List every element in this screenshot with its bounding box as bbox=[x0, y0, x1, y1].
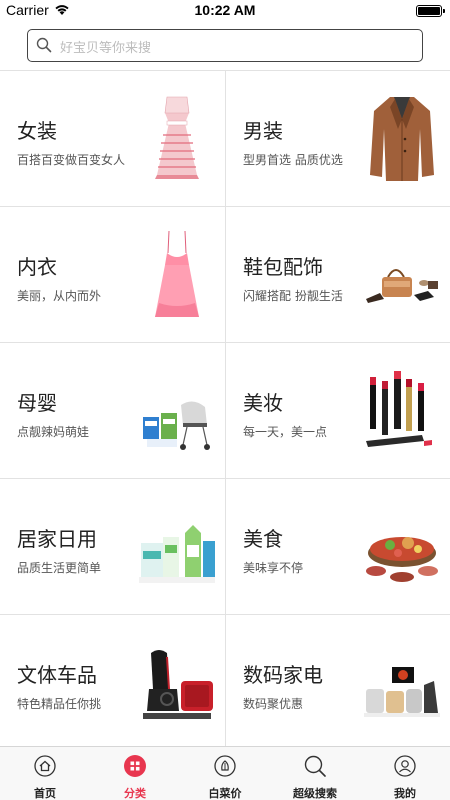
category-digital-appliances[interactable]: 数码家电 数码聚优惠 bbox=[226, 615, 450, 751]
category-womens-clothing[interactable]: 女装 百搭百变做百变女人 bbox=[0, 71, 225, 207]
category-household[interactable]: 居家日用 品质生活更简单 bbox=[0, 479, 225, 615]
category-mother-baby[interactable]: 母婴 点靓辣妈萌娃 bbox=[0, 343, 225, 479]
category-grid: 女装 百搭百变做百变女人 男装 型男首选 品质优选 内衣 美丽，从内而外 鞋包配… bbox=[0, 70, 450, 751]
tab-label: 分类 bbox=[124, 787, 146, 800]
nightdress-image bbox=[155, 230, 199, 317]
search-input[interactable]: 好宝贝等你来搜 bbox=[27, 29, 423, 62]
category-title: 女装 bbox=[17, 119, 57, 143]
category-subtitle: 美味享不停 bbox=[243, 561, 304, 575]
cabbage-icon bbox=[214, 755, 236, 777]
category-subtitle: 特色精品任你挑 bbox=[17, 697, 102, 711]
category-title: 美食 bbox=[243, 527, 283, 551]
tab-home[interactable]: 首页 bbox=[0, 747, 90, 800]
search-icon bbox=[36, 37, 52, 53]
category-shoes-bags[interactable]: 鞋包配饰 闪耀搭配 扮靓生活 bbox=[226, 207, 450, 343]
tab-super-search[interactable]: 超级搜索 bbox=[270, 747, 360, 800]
appliance-image bbox=[364, 667, 440, 717]
tab-mine[interactable]: 我的 bbox=[360, 747, 450, 800]
tab-bargain[interactable]: 白菜价 bbox=[180, 747, 270, 800]
status-time: 10:22 AM bbox=[194, 2, 256, 18]
category-title: 男装 bbox=[243, 119, 283, 143]
search-bar: 好宝贝等你来搜 bbox=[0, 22, 450, 70]
tab-label: 首页 bbox=[34, 787, 56, 800]
category-subtitle: 型男首选 品质优选 bbox=[243, 153, 343, 167]
category-mens-clothing[interactable]: 男装 型男首选 品质优选 bbox=[226, 71, 450, 207]
tab-label: 我的 bbox=[394, 787, 416, 800]
category-title: 内衣 bbox=[17, 255, 57, 279]
category-sports-auto[interactable]: 文体车品 特色精品任你挑 bbox=[0, 615, 225, 751]
shoes-bags-image bbox=[366, 269, 438, 303]
category-title: 数码家电 bbox=[243, 663, 323, 687]
category-cosmetics[interactable]: 美妆 每一天，美一点 bbox=[226, 343, 450, 479]
status-bar: Carrier 10:22 AM bbox=[0, 0, 450, 22]
category-title: 居家日用 bbox=[17, 527, 97, 551]
category-subtitle: 数码聚优惠 bbox=[243, 697, 304, 711]
tab-label: 超级搜索 bbox=[293, 787, 337, 800]
coat-image bbox=[370, 97, 434, 181]
category-subtitle: 点靓辣妈萌娃 bbox=[17, 425, 90, 439]
baby-products-image bbox=[143, 401, 210, 450]
category-subtitle: 品质生活更简单 bbox=[17, 561, 102, 575]
search-placeholder: 好宝贝等你来搜 bbox=[60, 41, 152, 56]
category-title: 美妆 bbox=[243, 391, 283, 415]
household-image bbox=[139, 525, 215, 583]
category-title: 文体车品 bbox=[17, 663, 97, 687]
category-underwear[interactable]: 内衣 美丽，从内而外 bbox=[0, 207, 225, 343]
search-icon bbox=[304, 755, 326, 777]
category-title: 鞋包配饰 bbox=[243, 255, 323, 279]
category-subtitle: 美丽，从内而外 bbox=[17, 289, 102, 303]
dress-image bbox=[155, 96, 199, 179]
category-subtitle: 闪耀搭配 扮靓生活 bbox=[243, 289, 343, 303]
tab-label: 白菜价 bbox=[208, 787, 242, 800]
home-icon bbox=[34, 755, 56, 777]
food-image bbox=[366, 537, 438, 582]
category-food[interactable]: 美食 美味享不停 bbox=[226, 479, 450, 615]
car-seat-image bbox=[143, 650, 213, 719]
category-icon bbox=[124, 755, 146, 777]
category-subtitle: 每一天，美一点 bbox=[243, 425, 328, 439]
lipstick-image bbox=[366, 371, 432, 447]
tab-bar: 首页 分类 白菜价 超级搜索 我的 bbox=[0, 746, 450, 800]
battery-icon bbox=[416, 5, 445, 17]
category-subtitle: 百搭百变做百变女人 bbox=[17, 153, 126, 167]
category-title: 母婴 bbox=[17, 391, 57, 415]
tab-category[interactable]: 分类 bbox=[90, 747, 180, 800]
user-icon bbox=[394, 755, 416, 777]
